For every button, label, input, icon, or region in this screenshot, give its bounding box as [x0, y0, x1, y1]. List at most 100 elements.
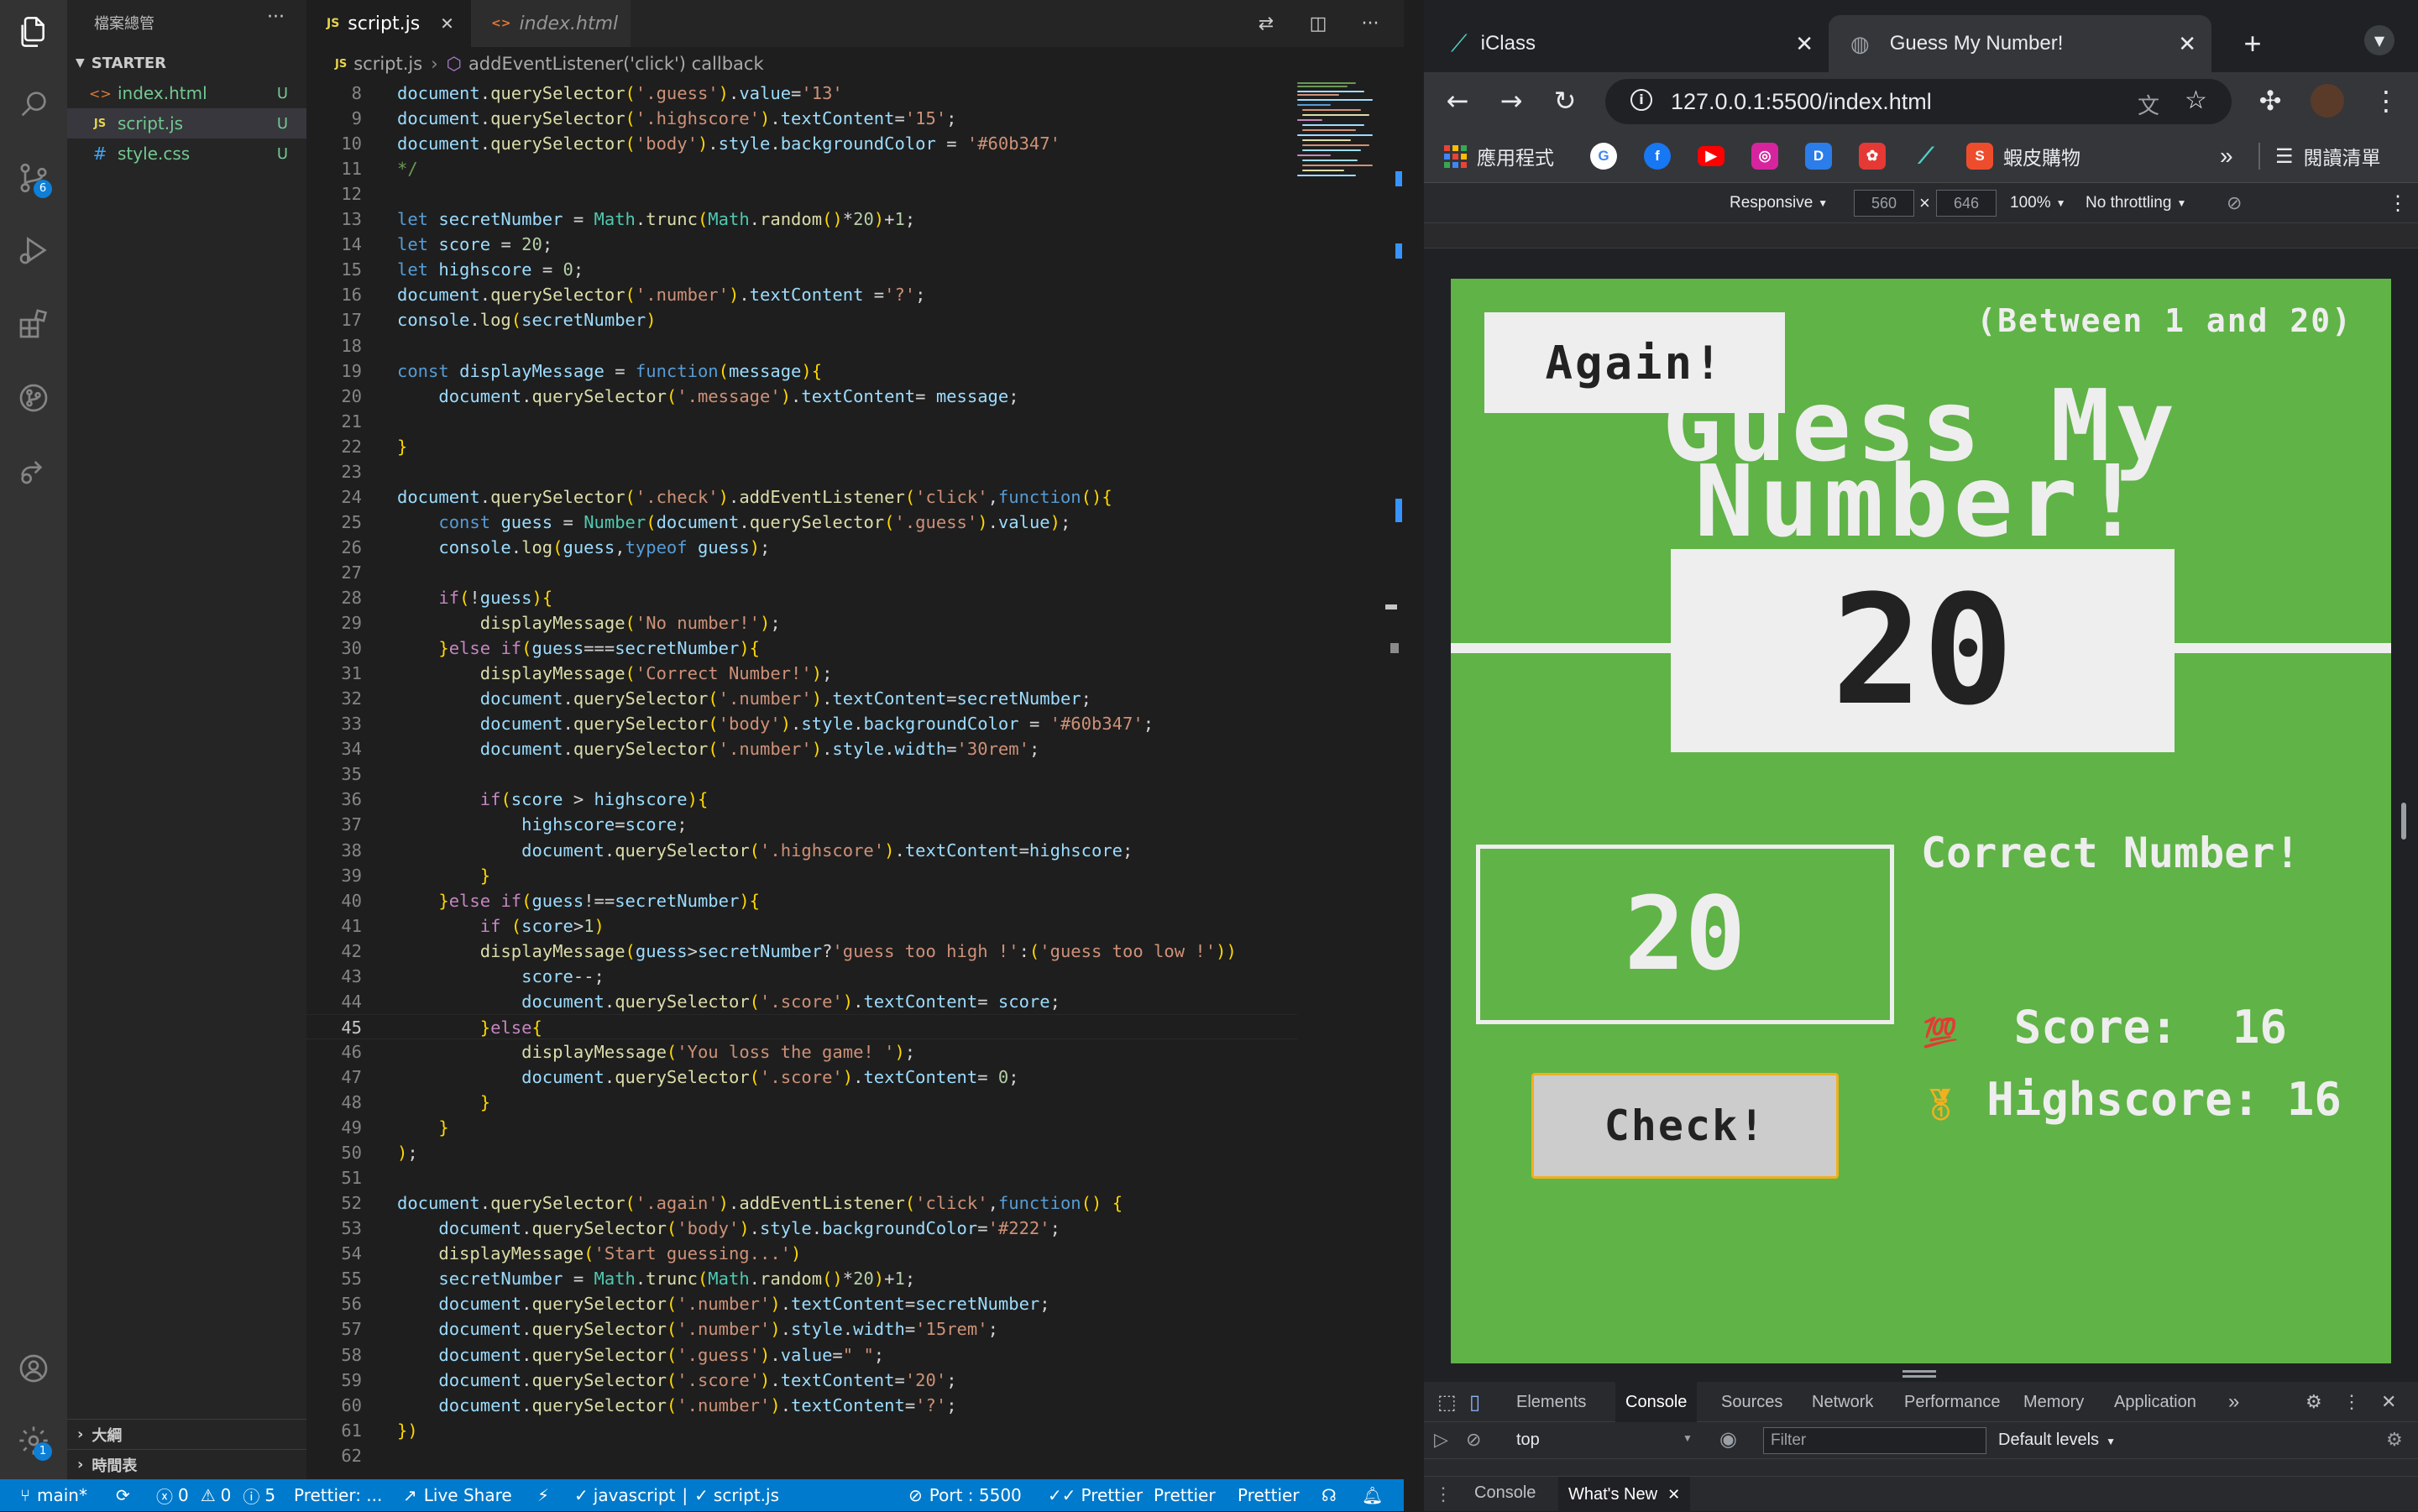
inspect-element-icon[interactable]: ⬚ [1437, 1382, 1457, 1422]
folder-starter[interactable]: ▼ STARTER [76, 50, 166, 76]
code-line[interactable]: 38 document.querySelector('.highscore').… [306, 838, 1297, 863]
file-script-js[interactable]: JS script.js U [67, 108, 306, 139]
viewport-bottom-resizer[interactable] [1424, 1363, 2418, 1382]
prettier-status-2[interactable]: Prettier [1154, 1479, 1216, 1511]
code-editor[interactable]: 8 document.querySelector('.guess').value=… [306, 81, 1404, 1479]
live-share-button[interactable]: ↗ Live Share [403, 1479, 512, 1511]
remote-icon[interactable]: ⚡ [537, 1479, 549, 1511]
back-icon[interactable]: ← [1442, 85, 1473, 117]
live-share-icon[interactable] [13, 450, 54, 490]
more-bookmarks-icon[interactable]: » [2220, 141, 2233, 171]
problems-indicator[interactable]: ⓧ 0 ⚠ 0 ⓘ 5 [156, 1479, 275, 1511]
eye-icon[interactable]: ◉ [1719, 1427, 1737, 1452]
browser-tab-guess[interactable]: ◍ Guess My Number! ✕ [1829, 15, 2211, 72]
chrome-menu-icon[interactable]: ⋮ [2371, 85, 2401, 117]
bookmark-star-icon[interactable]: ☆ [2185, 86, 2207, 115]
code-line[interactable]: 17 console.log(secretNumber) [306, 307, 1297, 332]
reload-icon[interactable]: ↻ [1550, 85, 1580, 117]
code-line[interactable]: 39 } [306, 863, 1297, 888]
close-icon[interactable]: ✕ [440, 13, 454, 34]
code-line[interactable]: 47 document.querySelector('.score').text… [306, 1065, 1297, 1090]
code-line[interactable]: 21 [306, 409, 1297, 434]
code-line[interactable]: 9 document.querySelector('.highscore').te… [306, 106, 1297, 131]
file-style-css[interactable]: # style.css U [67, 139, 306, 169]
code-line[interactable]: 16 document.querySelector('.number').text… [306, 282, 1297, 307]
device-toggle-icon[interactable]: ▯ [1469, 1382, 1480, 1422]
address-bar[interactable]: i 127.0.0.1:5500/index.html 文 ☆ [1605, 79, 2232, 124]
git-graph-icon[interactable] [13, 378, 54, 418]
bookmark-app[interactable]: D [1805, 141, 1832, 171]
throttle-select[interactable]: No throttling ▼ [2086, 183, 2186, 223]
devtools-tab-application[interactable]: Application [2114, 1382, 2196, 1422]
code-line[interactable]: 8 document.querySelector('.guess').value=… [306, 81, 1297, 106]
height-input[interactable]: 646 [1936, 190, 1997, 217]
code-line[interactable]: 27 [306, 560, 1297, 585]
code-line[interactable]: 49 } [306, 1115, 1297, 1140]
more-options-icon[interactable]: ⋮ [2388, 183, 2408, 223]
devtools-tab-performance[interactable]: Performance [1904, 1382, 2001, 1422]
more-tabs-icon[interactable]: » [2228, 1382, 2239, 1422]
extensions-icon[interactable] [13, 304, 54, 344]
open-changes-icon[interactable]: ⇄ [1253, 8, 1280, 39]
context-select[interactable]: top [1516, 1431, 1540, 1450]
feedback-icon[interactable]: ☊ [1322, 1479, 1337, 1511]
code-line[interactable]: 29 displayMessage('No number!'); [306, 610, 1297, 636]
code-line[interactable]: 36 if(score > highscore){ [306, 787, 1297, 812]
file-index-html[interactable]: <> index.html U [67, 78, 306, 108]
code-line[interactable]: 22} [306, 434, 1297, 459]
breadcrumb-symbol[interactable]: addEventListener('click') callback [468, 54, 764, 74]
log-levels-select[interactable]: Default levels ▼ [1998, 1431, 2116, 1450]
code-line[interactable]: 31 displayMessage('Correct Number!'); [306, 661, 1297, 686]
prettier-status-1[interactable]: ✓✓ Prettier [1048, 1479, 1143, 1511]
code-line[interactable]: 48 } [306, 1090, 1297, 1115]
tab-script-js[interactable]: JS script.js ✕ [306, 0, 471, 47]
devtools-tab-sources[interactable]: Sources [1721, 1382, 1782, 1422]
split-editor-icon[interactable]: ◫ [1305, 8, 1332, 39]
code-line[interactable]: 13 let secretNumber = Math.trunc(Math.ran… [306, 207, 1297, 232]
close-icon[interactable]: ✕ [1667, 1486, 1680, 1504]
code-line[interactable]: 35 [306, 761, 1297, 787]
more-options-icon[interactable]: ⋮ [2342, 1382, 2361, 1422]
responsive-select[interactable]: Responsive ▼ [1730, 183, 1828, 223]
code-line[interactable]: 15 let highscore = 0; [306, 257, 1297, 282]
bookmark-shopee[interactable]: S 蝦皮購物 [1966, 141, 2080, 171]
browser-tab-iclass[interactable]: ⟋ iClass ✕ [1439, 15, 1829, 72]
tab-index-html[interactable]: <> index.html [471, 0, 631, 47]
run-debug-icon[interactable] [13, 230, 54, 270]
extensions-puzzle-icon[interactable]: ✣ [2255, 85, 2285, 117]
info-icon[interactable]: i [1630, 89, 1652, 111]
sync-icon[interactable]: ⟳ [116, 1479, 130, 1511]
code-line[interactable]: 45 }else{ [306, 1013, 1297, 1039]
close-icon[interactable]: ✕ [2178, 31, 2196, 57]
port-status[interactable]: ⊘ Port : 5500 [908, 1479, 1022, 1511]
check-button[interactable]: Check! [1531, 1073, 1839, 1179]
prettier-status-3[interactable]: Prettier [1238, 1479, 1300, 1511]
branch-indicator[interactable]: ⑂ main* [20, 1479, 87, 1511]
bookmark-youtube[interactable]: ▶ [1698, 141, 1725, 171]
code-line[interactable]: 41 if (score>1) [306, 913, 1297, 939]
bookmark-google[interactable]: G [1590, 141, 1617, 171]
bookmark-iclass[interactable]: ⟋ [1913, 141, 1939, 171]
drawer-menu-icon[interactable]: ⋮ [1434, 1483, 1452, 1505]
code-line[interactable]: 30 }else if(guess===secretNumber){ [306, 636, 1297, 661]
reading-list[interactable]: ☰ 閱讀清單 [2275, 141, 2381, 171]
code-line[interactable]: 32 document.querySelector('.number').tex… [306, 686, 1297, 711]
code-line[interactable]: 11 */ [306, 156, 1297, 181]
code-line[interactable]: 44 document.querySelector('.score').text… [306, 989, 1297, 1014]
more-actions-icon[interactable]: ··· [267, 7, 285, 28]
code-line[interactable]: 24 document.querySelector('.check').addEv… [306, 484, 1297, 510]
guess-input[interactable]: 20 [1476, 845, 1894, 1024]
code-line[interactable]: 20 document.querySelector('.message').te… [306, 384, 1297, 409]
prettier-status[interactable]: Prettier: ... [294, 1479, 382, 1511]
code-line[interactable]: 55 secretNumber = Math.trunc(Math.random… [306, 1266, 1297, 1291]
filter-input[interactable]: Filter [1763, 1427, 1986, 1454]
code-line[interactable]: 18 [306, 333, 1297, 358]
code-line[interactable]: 12 [306, 181, 1297, 207]
explorer-icon[interactable] [13, 12, 54, 52]
code-line[interactable]: 34 document.querySelector('.number').sty… [306, 736, 1297, 761]
timeline-section[interactable]: › 時間表 [67, 1449, 306, 1479]
breadcrumb-file[interactable]: script.js [353, 54, 422, 74]
console-settings-icon[interactable]: ⚙ [2386, 1429, 2403, 1451]
minimap[interactable] [1297, 81, 1390, 190]
zoom-select[interactable]: 100% ▼ [2010, 183, 2066, 223]
